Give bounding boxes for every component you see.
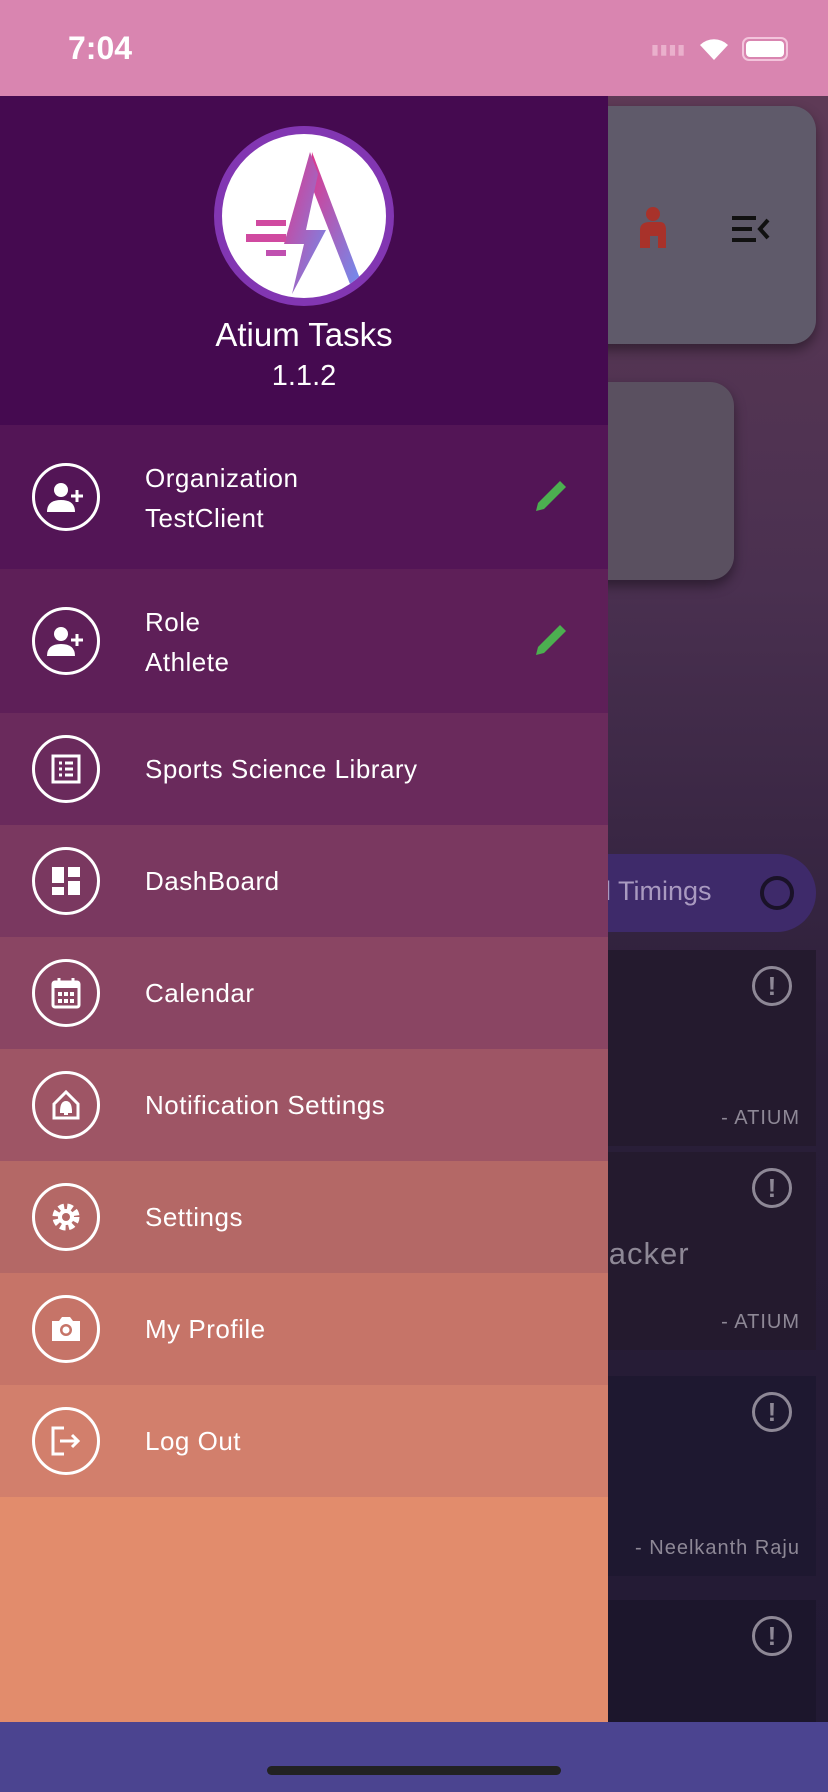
- menu-item-label: Sports Science Library: [145, 753, 418, 784]
- clock: 7:04: [68, 30, 133, 66]
- menu-item-log-out[interactable]: Log Out: [0, 1385, 608, 1497]
- battery-icon: [742, 37, 788, 61]
- bell-icon: [32, 1071, 100, 1139]
- role-label: Role: [145, 607, 201, 637]
- status-bar: 7:04 ▮▮▮▮: [0, 0, 828, 96]
- task-author: - ATIUM: [721, 1107, 800, 1129]
- calendar-icon: [32, 959, 100, 1027]
- dashboard-icon: [32, 847, 100, 915]
- wifi-icon: [700, 39, 728, 60]
- menu-item-label: DashBoard: [145, 865, 280, 896]
- edit-icon[interactable]: [534, 477, 570, 513]
- list-icon: [32, 735, 100, 803]
- menu-collapse-icon[interactable]: [732, 216, 770, 242]
- bottom-bar: [0, 1722, 828, 1792]
- menu-item-dashboard[interactable]: DashBoard: [0, 825, 608, 937]
- organization-row[interactable]: Organization TestClient: [0, 425, 608, 569]
- navigation-drawer: Atium Tasks 1.1.2 Organization TestClien…: [0, 96, 608, 1722]
- task-author: - ATIUM: [721, 1311, 800, 1333]
- signal-icon: ▮▮▮▮: [651, 40, 686, 57]
- radio-icon: [760, 876, 794, 910]
- menu-item-my-profile[interactable]: My Profile: [0, 1273, 608, 1385]
- alert-icon: !: [752, 1616, 792, 1656]
- organization-label: Organization: [145, 463, 299, 493]
- menu-item-label: Calendar: [145, 977, 255, 1008]
- add-person-icon: [32, 463, 100, 531]
- camera-icon: [32, 1295, 100, 1363]
- menu-item-sports-science-library[interactable]: Sports Science Library: [0, 713, 608, 825]
- menu-item-label: Log Out: [145, 1425, 242, 1456]
- alert-icon: !: [752, 1392, 792, 1432]
- organization-value: TestClient: [145, 503, 265, 533]
- edit-icon[interactable]: [534, 621, 570, 657]
- menu-item-calendar[interactable]: Calendar: [0, 937, 608, 1049]
- home-indicator[interactable]: [267, 1766, 561, 1775]
- menu-item-label: My Profile: [145, 1313, 266, 1344]
- logout-icon: [32, 1407, 100, 1475]
- pill-label: al Timings: [590, 876, 712, 906]
- role-row[interactable]: Role Athlete: [0, 569, 608, 713]
- menu-item-label: Notification Settings: [145, 1089, 386, 1120]
- alert-icon: !: [752, 1168, 792, 1208]
- app-logo: [214, 126, 394, 306]
- task-author: - Neelkanth Raju: [635, 1537, 800, 1559]
- menu-item-notification-settings[interactable]: Notification Settings: [0, 1049, 608, 1161]
- app-name: Atium Tasks: [215, 316, 393, 353]
- menu-item-settings[interactable]: Settings: [0, 1161, 608, 1273]
- athlete-icon: [640, 207, 666, 248]
- alert-icon: !: [752, 966, 792, 1006]
- drawer-header: Atium Tasks 1.1.2: [0, 96, 608, 425]
- gear-icon: [32, 1183, 100, 1251]
- add-person-icon: [32, 607, 100, 675]
- role-value: Athlete: [145, 647, 230, 677]
- app-version: 1.1.2: [271, 360, 337, 392]
- menu-item-label: Settings: [145, 1201, 243, 1232]
